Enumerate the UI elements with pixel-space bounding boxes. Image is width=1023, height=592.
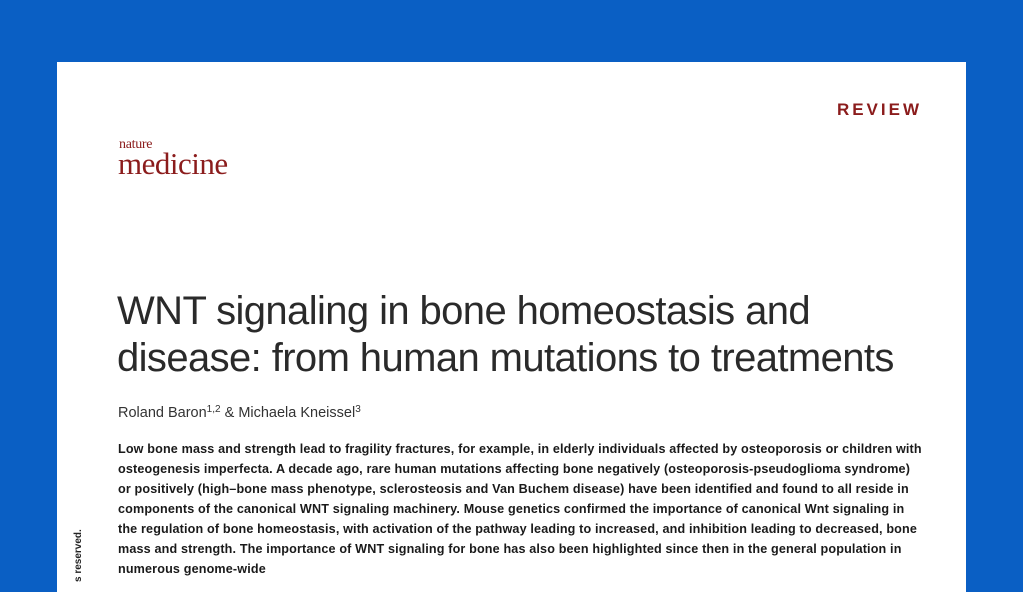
article-page: REVIEW nature medicine WNT signaling in … xyxy=(57,62,966,592)
author-affiliation: 3 xyxy=(355,404,361,415)
author-name: Roland Baron xyxy=(118,405,207,421)
article-type-label: REVIEW xyxy=(836,100,922,119)
copyright-sidebar: s reserved. xyxy=(73,529,84,582)
author-separator: & xyxy=(220,405,239,421)
article-abstract: Low bone mass and strength lead to fragi… xyxy=(118,442,922,576)
article-title: WNT signaling in bone homeostasis and di… xyxy=(117,289,894,380)
author-name: Michaela Kneissel xyxy=(238,405,356,421)
author-affiliation: 1,2 xyxy=(206,404,221,415)
author-list: Roland Baron1,2 & Michaela Kneissel3 xyxy=(118,404,361,421)
logo-big-text: medicine xyxy=(118,146,228,181)
